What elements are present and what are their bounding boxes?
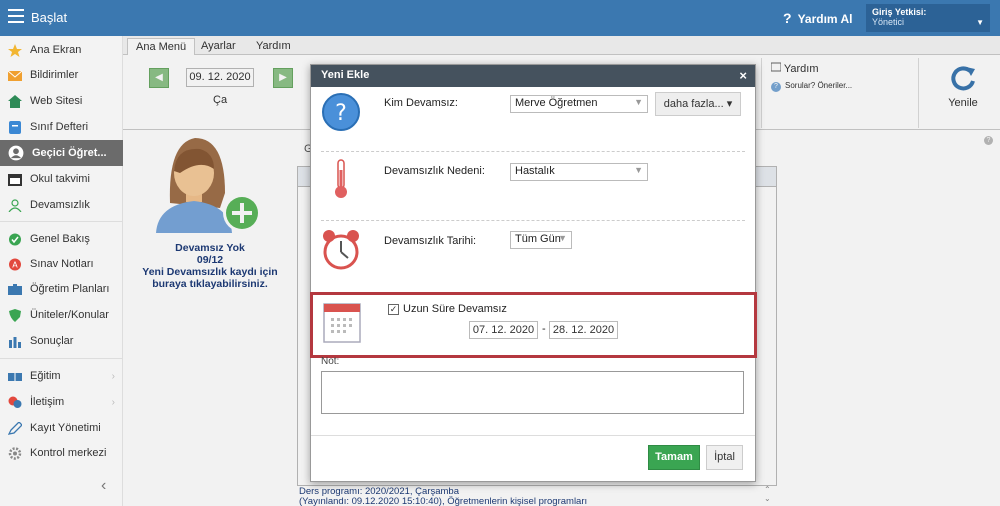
- grade-icon: A: [9, 258, 21, 270]
- reason-label: Devamsızlık Nedeni:: [384, 165, 485, 177]
- calendar-icon: [323, 303, 361, 343]
- note-label: Not:: [321, 356, 340, 367]
- sidebar-item-label: Geçici Öğret...: [32, 147, 107, 159]
- sidebar-item-label: Kayıt Yönetimi: [30, 422, 101, 434]
- new-absence-dialog: Yeni Ekle × ? Kim Devamsız: Merve Öğretm…: [310, 64, 757, 482]
- role-value: Yönetici: [872, 17, 905, 27]
- sidebar-item-label: Web Sitesi: [30, 95, 83, 107]
- who-value: Merve Öğretmen: [515, 97, 598, 109]
- sidebar-item-web-sitesi[interactable]: Web Sitesi: [0, 89, 123, 113]
- sidebar-item-bildirimler[interactable]: Bildirimler: [0, 63, 123, 87]
- sidebar-item-label: Üniteler/Konular: [30, 309, 109, 321]
- reason-select[interactable]: Hastalık ▼: [510, 163, 648, 181]
- sidebar-item-sinav-notlari[interactable]: A Sınav Notları: [0, 252, 123, 276]
- sidebar-item-uniteler-konular[interactable]: Üniteler/Konular: [0, 303, 123, 327]
- sidebar-item-ana-ekran[interactable]: Ana Ekran: [0, 38, 123, 62]
- sidebar-item-sinif-defteri[interactable]: Sınıf Defteri: [0, 115, 123, 139]
- help-label: Yardım Al: [797, 12, 853, 26]
- sidebar-item-label: Ana Ekran: [30, 44, 82, 56]
- who-select[interactable]: Merve Öğretmen ▼: [510, 95, 648, 113]
- bar-chart-icon: [9, 336, 21, 348]
- shield-icon: [9, 308, 21, 322]
- sidebar-item-genel-bakis[interactable]: Genel Bakış: [0, 227, 123, 251]
- svg-text:A: A: [12, 260, 18, 269]
- sidebar-item-sonuclar[interactable]: Sonuçlar: [0, 329, 123, 353]
- sidebar-item-label: Genel Bakış: [30, 233, 90, 245]
- sidebar-item-iletisim[interactable]: İletişim ›: [0, 390, 123, 414]
- svg-text:?: ?: [335, 101, 347, 126]
- sidebar-item-label: Okul takvimi: [30, 173, 90, 185]
- role-label: Giriş Yetkisi:: [872, 7, 927, 17]
- sidebar-item-kontrol-merkezi[interactable]: Kontrol merkezi: [0, 441, 123, 465]
- to-date-input[interactable]: 28. 12. 2020: [549, 321, 618, 339]
- note-textarea[interactable]: [321, 371, 744, 414]
- hamburger-menu-icon[interactable]: [8, 9, 24, 23]
- sidebar-item-okul-takvimi[interactable]: Okul takvimi: [0, 167, 123, 191]
- collapse-sidebar-icon[interactable]: ‹: [101, 477, 106, 495]
- help-link[interactable]: ? Yardım Al: [783, 10, 852, 26]
- from-date-input[interactable]: 07. 12. 2020: [469, 321, 538, 339]
- briefcase-icon: [8, 283, 22, 295]
- person-icon: [8, 145, 24, 161]
- mail-icon: [8, 70, 22, 81]
- question-circle-icon: ?: [322, 93, 360, 131]
- close-icon[interactable]: ×: [739, 68, 747, 83]
- sidebar-item-label: Devamsızlık: [30, 199, 90, 211]
- gear-icon: [8, 446, 22, 460]
- chevron-down-icon: ▼: [634, 97, 643, 107]
- sidebar-divider: [0, 358, 123, 359]
- sidebar-item-label: Sınıf Defteri: [30, 121, 89, 133]
- chevron-right-icon: ›: [111, 370, 115, 382]
- sidebar-item-label: İletişim: [30, 396, 65, 408]
- top-bar: Başlat ? Yardım Al Giriş Yetkisi: Yönetic…: [0, 0, 1000, 36]
- dialog-title: Yeni Ekle: [321, 69, 370, 81]
- calendar-icon: [8, 173, 22, 186]
- cancel-button[interactable]: İptal: [706, 445, 743, 470]
- reason-value: Hastalık: [515, 165, 555, 177]
- question-icon: ?: [783, 10, 792, 26]
- dialog-header: Yeni Ekle ×: [311, 65, 755, 87]
- chevron-right-icon: ›: [111, 396, 115, 408]
- sidebar-item-devamsizlik[interactable]: Devamsızlık: [0, 193, 123, 217]
- long-term-label: Uzun Süre Devamsız: [403, 303, 507, 315]
- date-value: Tüm Gün: [515, 233, 561, 245]
- sidebar-divider: [0, 221, 123, 222]
- check-circle-icon: [9, 233, 21, 245]
- more-button[interactable]: daha fazla... ▾: [655, 92, 741, 116]
- row-divider: [321, 151, 745, 152]
- star-icon: [8, 43, 22, 57]
- date-select[interactable]: Tüm Gün ▼: [510, 231, 572, 249]
- ok-button[interactable]: Tamam: [648, 445, 700, 470]
- pen-icon: [8, 421, 22, 435]
- home-icon: [8, 94, 22, 108]
- chevron-down-icon: ▼: [976, 18, 984, 27]
- sidebar-item-gecici-ogretmen[interactable]: Geçici Öğret...: [0, 140, 123, 166]
- alarm-clock-icon: [323, 230, 359, 270]
- sidebar-item-kayit-yonetimi[interactable]: Kayıt Yönetimi: [0, 416, 123, 440]
- sidebar: Ana Ekran Bildirimler Web Sitesi Sınıf D…: [0, 36, 123, 506]
- user-outline-icon: [8, 198, 22, 212]
- sidebar-item-label: Sınav Notları: [30, 258, 94, 270]
- book-icon: [8, 372, 22, 381]
- sidebar-item-label: Sonuçlar: [30, 335, 74, 347]
- date-label: Devamsızlık Tarihi:: [384, 235, 477, 247]
- chevron-down-icon: ▼: [634, 165, 643, 175]
- dialog-footer-divider: [311, 435, 755, 436]
- app-title[interactable]: Başlat: [31, 10, 67, 25]
- date-range-dash: -: [542, 323, 546, 335]
- sidebar-item-egitim[interactable]: Eğitim ›: [0, 364, 123, 388]
- sidebar-item-label: Eğitim: [30, 370, 61, 382]
- sidebar-item-label: Öğretim Planları: [30, 283, 110, 295]
- sidebar-item-label: Kontrol merkezi: [30, 447, 107, 459]
- sidebar-item-ogretim-planlari[interactable]: Öğretim Planları: [0, 277, 123, 301]
- row-divider: [321, 220, 745, 221]
- who-label: Kim Devamsız:: [384, 97, 458, 109]
- chat-icon: [8, 396, 22, 408]
- long-term-checkbox[interactable]: ✓: [388, 304, 399, 315]
- chevron-down-icon: ▼: [558, 233, 567, 243]
- role-selector[interactable]: Giriş Yetkisi: Yönetici ▼: [866, 4, 990, 32]
- notebook-icon: [9, 120, 21, 134]
- thermometer-icon: [335, 159, 347, 198]
- sidebar-item-label: Bildirimler: [30, 69, 79, 81]
